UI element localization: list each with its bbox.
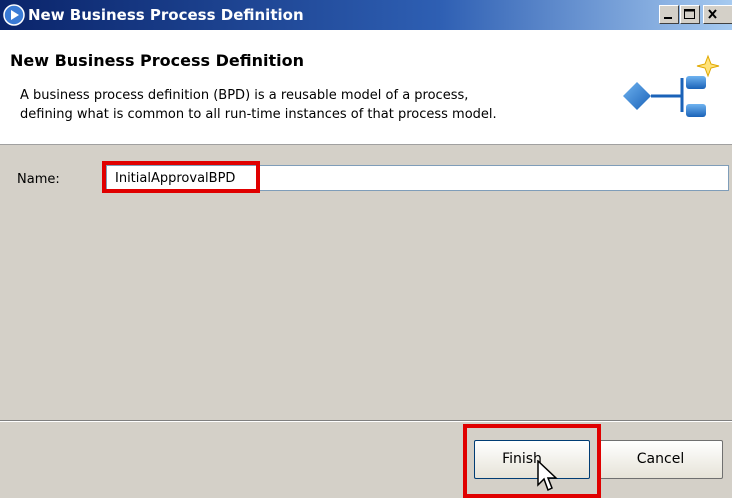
app-icon: [3, 4, 25, 26]
dialog-window: New Business Process Definition New Busi…: [0, 0, 732, 498]
finish-button-label: Finish: [502, 451, 542, 467]
header-description-line-2: defining what is common to all run-time …: [20, 107, 497, 122]
close-icon: [708, 9, 717, 19]
button-separator: [0, 420, 732, 422]
header-description: A business process definition (BPD) is a…: [20, 86, 497, 124]
minimize-button[interactable]: [659, 5, 679, 24]
bpd-wizard-icon: [623, 54, 720, 117]
maximize-button[interactable]: [680, 5, 700, 24]
minimize-icon: [664, 17, 672, 19]
header-description-line-1: A business process definition (BPD) is a…: [20, 88, 469, 103]
cancel-button-label: Cancel: [636, 451, 685, 467]
wizard-header: New Business Process Definition A busine…: [0, 30, 732, 145]
cancel-button[interactable]: Cancel: [598, 440, 723, 479]
window-title: New Business Process Definition: [28, 6, 304, 24]
title-bar[interactable]: New Business Process Definition: [0, 0, 732, 30]
name-label: Name:: [17, 172, 60, 187]
name-input[interactable]: [106, 165, 729, 191]
close-button[interactable]: [703, 5, 732, 24]
finish-button[interactable]: Finish: [474, 440, 590, 479]
maximize-icon: [684, 9, 695, 19]
mouse-pointer-icon: [537, 460, 558, 492]
header-title: New Business Process Definition: [10, 51, 304, 70]
